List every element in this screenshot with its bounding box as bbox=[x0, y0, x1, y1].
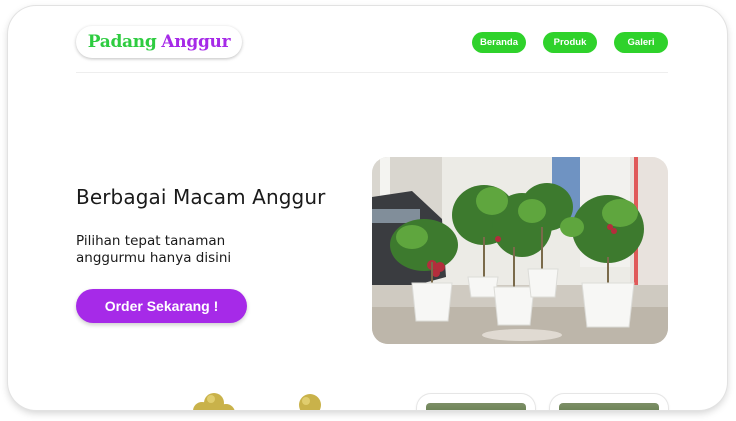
grape-plant-thumbnail bbox=[559, 403, 659, 410]
product-card[interactable] bbox=[417, 394, 535, 410]
site-header: Padang Anggur Beranda Produk Galeri bbox=[76, 6, 668, 73]
main-nav: Beranda Produk Galeri bbox=[472, 32, 668, 53]
hero-title: Berbagai Macam Anggur bbox=[76, 185, 326, 209]
brand-word-padang: Padang bbox=[87, 32, 157, 52]
potted-grape-plants-photo bbox=[372, 157, 668, 344]
nav-galeri-button[interactable]: Galeri bbox=[614, 32, 668, 53]
nav-beranda-button[interactable]: Beranda bbox=[472, 32, 526, 53]
hero-photo-illustration bbox=[372, 157, 668, 344]
hero-subtitle: Pilihan tepat tanaman anggurmu hanya dis… bbox=[76, 233, 232, 266]
brand-logo[interactable]: Padang Anggur bbox=[76, 26, 242, 58]
grapes-icon bbox=[193, 393, 321, 410]
page-frame: Padang Anggur Beranda Produk Galeri Berba… bbox=[8, 6, 727, 410]
product-card[interactable] bbox=[550, 394, 668, 410]
nav-produk-button[interactable]: Produk bbox=[543, 32, 597, 53]
order-now-button[interactable]: Order Sekarang ! bbox=[76, 289, 247, 323]
brand-word-anggur: Anggur bbox=[161, 32, 231, 52]
grape-plant-thumbnail bbox=[426, 403, 526, 410]
